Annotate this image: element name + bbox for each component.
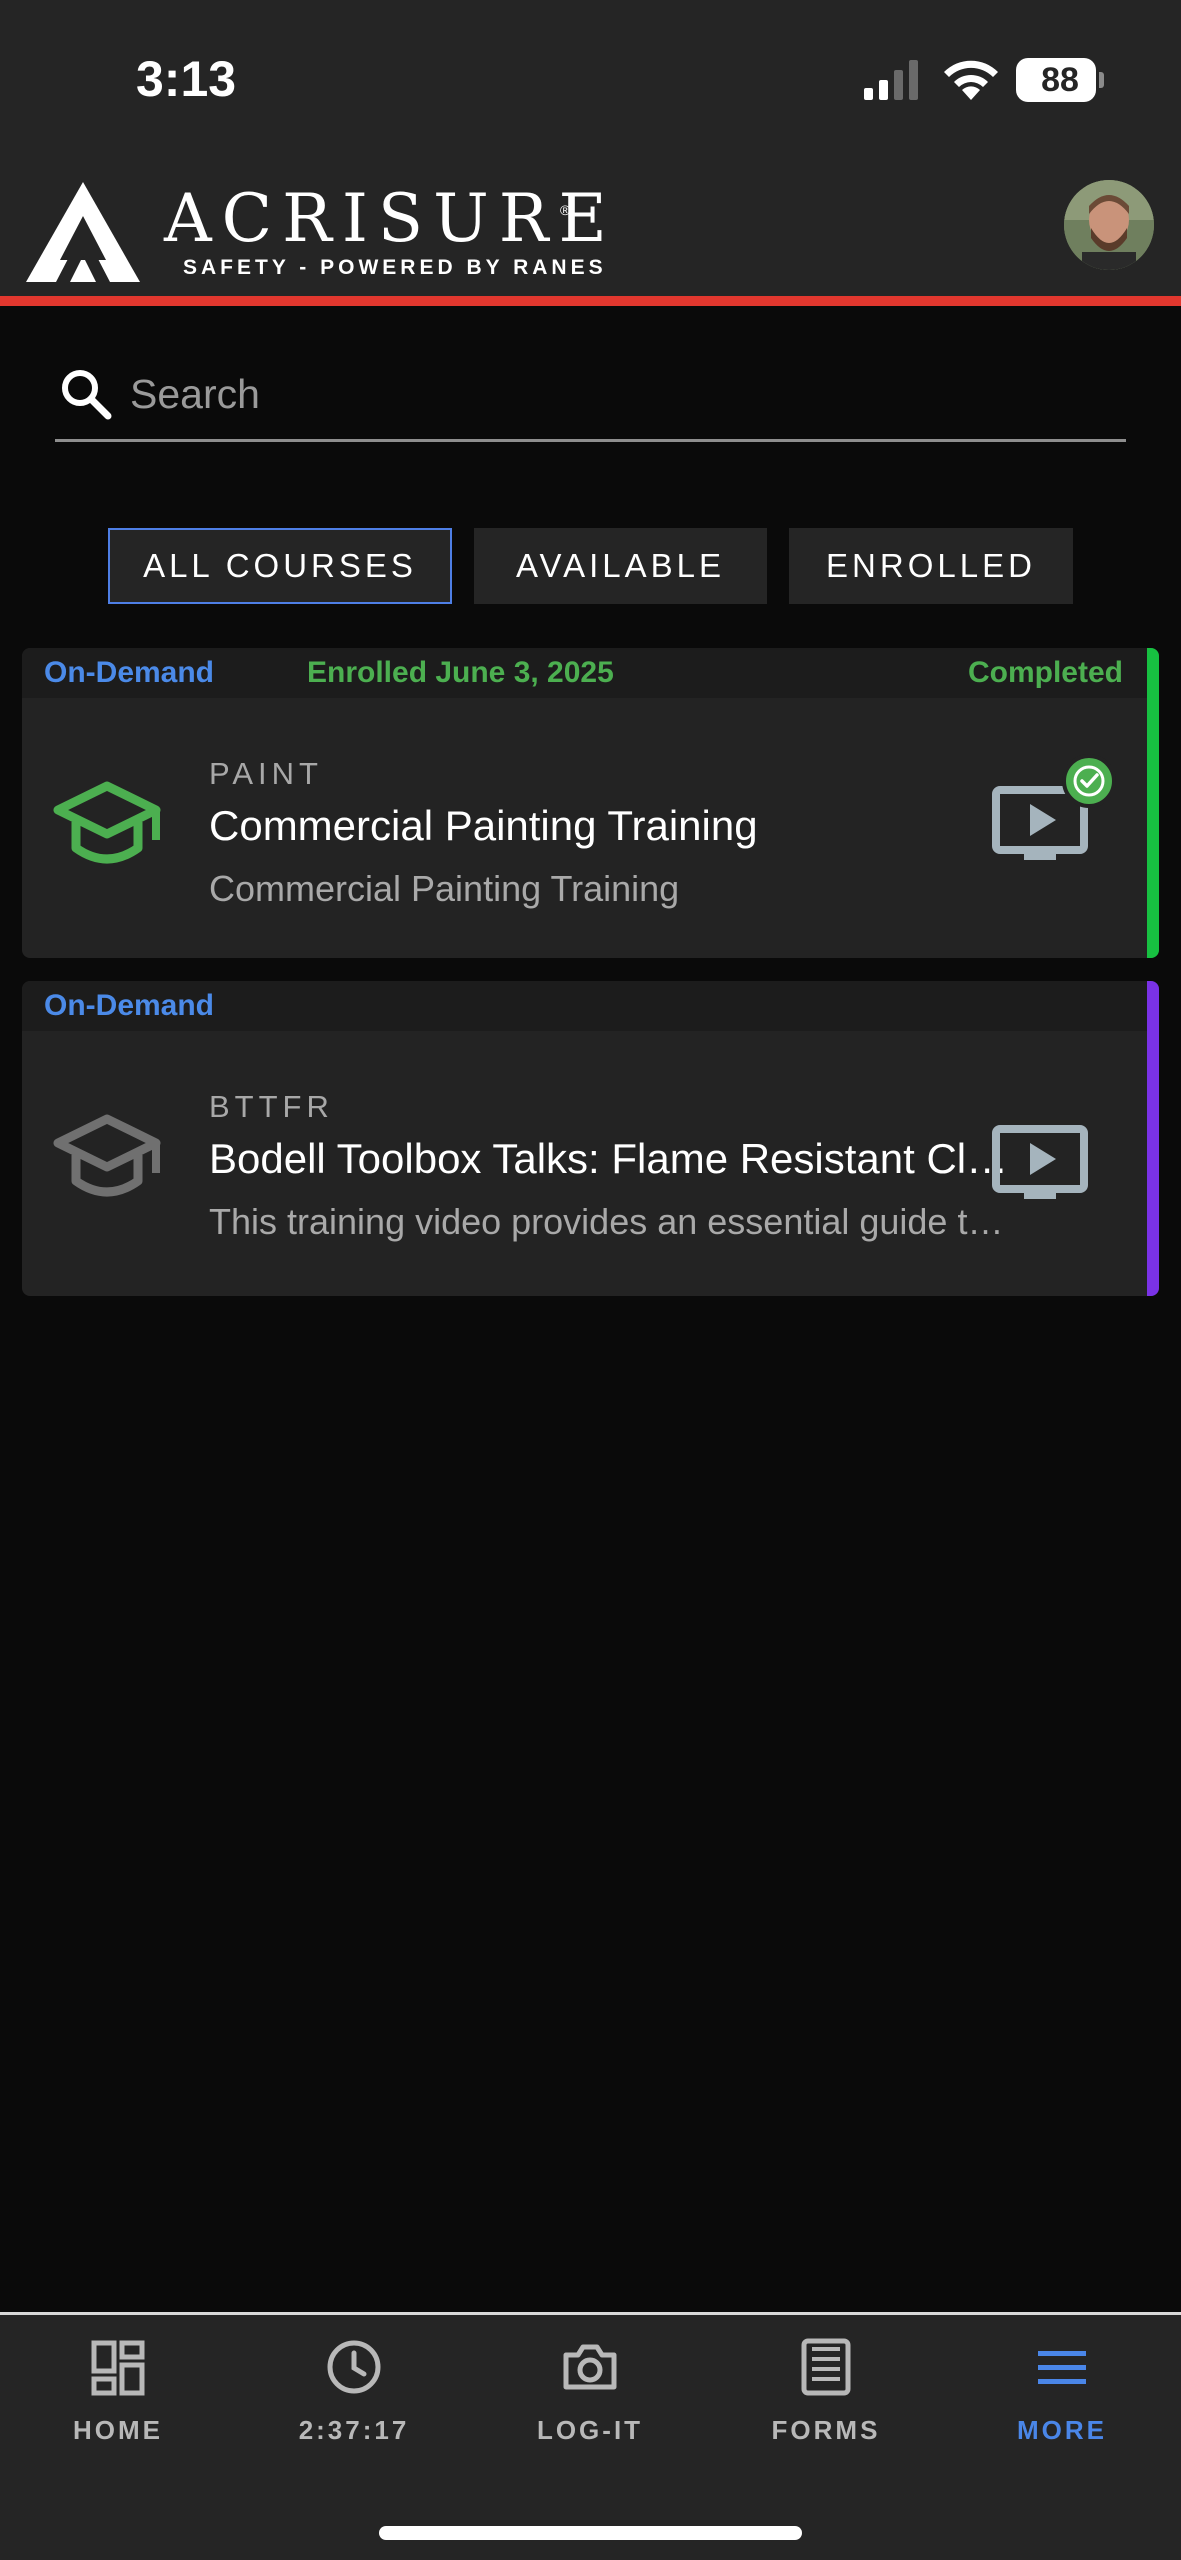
nav-log-it-label: LOG-IT — [536, 2415, 644, 2445]
wifi-icon — [944, 60, 998, 100]
nav-log-it[interactable]: LOG-IT — [490, 2337, 690, 2457]
app-header: ACRISURE ® SAFETY - POWERED BY RANES — [0, 160, 1181, 296]
graduation-cap-icon — [53, 1114, 161, 1197]
course-code: PAINT — [209, 756, 323, 791]
camera-icon — [563, 2344, 617, 2390]
completed-check-icon — [1062, 754, 1116, 808]
status-time: 3:13 — [136, 51, 237, 107]
header-accent-bar — [0, 296, 1181, 306]
nav-home-label: HOME — [73, 2415, 163, 2445]
course-type-label: On-Demand — [44, 989, 215, 1022]
dashboard-icon — [91, 2340, 145, 2396]
nav-timer-label: 2:37:17 — [298, 2415, 410, 2445]
course-title: Bodell Toolbox Talks: Flame Resistant Cl… — [209, 1135, 1009, 1182]
course-card[interactable]: On-Demand BTTFR Bodell Toolbox Talks: Fl… — [22, 981, 1159, 1296]
nav-timer[interactable]: 2:37:17 — [254, 2337, 454, 2457]
tab-available[interactable]: AVAILABLE — [474, 528, 767, 604]
tab-enrolled[interactable]: ENROLLED — [789, 528, 1073, 604]
status-bar: 3:13 88 — [0, 0, 1181, 160]
battery-level: 88 — [1041, 61, 1079, 99]
search-input[interactable] — [130, 366, 1120, 422]
course-status-accent — [1147, 981, 1159, 1296]
video-icon — [992, 1125, 1088, 1199]
course-status-label: Completed — [967, 656, 1123, 689]
bottom-nav: HOME 2:37:17 LOG-IT FORMS MORE — [0, 2312, 1181, 2560]
course-code: BTTFR — [209, 1089, 334, 1124]
nav-home[interactable]: HOME — [18, 2337, 218, 2457]
brand-registered-mark: ® — [560, 202, 571, 218]
home-indicator[interactable] — [379, 2526, 802, 2540]
nav-forms[interactable]: FORMS — [726, 2337, 926, 2457]
user-avatar[interactable] — [1064, 180, 1154, 270]
avatar-photo-icon — [1064, 180, 1154, 270]
search-underline — [55, 439, 1126, 442]
cellular-signal-icon — [864, 60, 918, 100]
course-type-label: On-Demand — [44, 656, 215, 689]
nav-forms-label: FORMS — [771, 2415, 881, 2445]
search-icon — [62, 370, 112, 420]
nav-more[interactable]: MORE — [962, 2337, 1162, 2457]
brand-name: ACRISURE — [164, 180, 617, 257]
nav-more-label: MORE — [1017, 2415, 1107, 2445]
form-icon — [801, 2338, 851, 2396]
graduation-cap-icon — [53, 781, 161, 864]
battery-icon: 88 — [1016, 58, 1104, 104]
clock-icon — [327, 2340, 381, 2394]
course-description: Commercial Painting Training — [209, 868, 680, 909]
course-description: This training video provides an essentia… — [209, 1201, 1009, 1242]
course-status-accent — [1147, 648, 1159, 958]
course-title: Commercial Painting Training — [209, 802, 758, 849]
brand-subtitle: SAFETY - POWERED BY RANES — [183, 256, 607, 279]
acrisure-logo-icon — [26, 182, 140, 282]
menu-icon — [1038, 2351, 1086, 2384]
tab-all-courses[interactable]: ALL COURSES — [108, 528, 452, 604]
course-enrolled-date: Enrolled June 3, 2025 — [307, 656, 614, 689]
course-card[interactable]: On-Demand Enrolled June 3, 2025 Complete… — [22, 648, 1159, 958]
